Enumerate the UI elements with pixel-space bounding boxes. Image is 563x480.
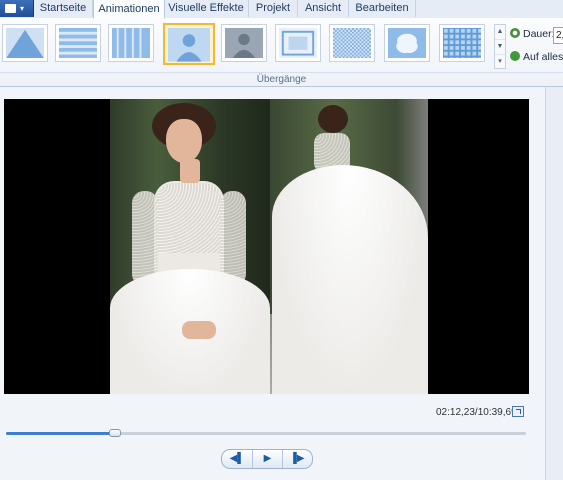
transition-diagonal-thumb[interactable]: [2, 24, 48, 62]
transition-fade-icon: [168, 28, 210, 62]
previous-frame-button[interactable]: ◀▌: [222, 450, 252, 468]
transition-shape-icon: [388, 28, 426, 59]
apply-check-icon: [510, 51, 520, 61]
storyboard-strip: [545, 87, 563, 480]
bride-back-photo: [270, 99, 428, 394]
apply-all-button[interactable]: Auf alles a: [510, 51, 563, 63]
transition-zoom-thumb[interactable]: [275, 24, 321, 62]
tab-projekt[interactable]: Projekt: [249, 0, 298, 17]
duration-label: Dauer:: [523, 28, 555, 40]
apply-all-label: Auf alles a: [523, 51, 563, 63]
next-frame-button[interactable]: ▐▶: [282, 450, 312, 468]
tab-animationen[interactable]: Animationen: [93, 0, 165, 19]
transition-dissolve-thumb[interactable]: [221, 24, 267, 62]
transition-shape-thumb[interactable]: [384, 24, 430, 62]
transition-zoom-icon: [279, 28, 317, 59]
app-menu-icon: [5, 4, 16, 13]
tab-startseite[interactable]: Startseite: [34, 0, 93, 17]
transition-vertical-bars-thumb[interactable]: [108, 24, 154, 62]
play-icon: ▶: [263, 453, 272, 464]
seek-bar[interactable]: [6, 429, 526, 437]
time-display: 02:12,23/10:39,69: [436, 407, 517, 418]
play-button[interactable]: ▶: [252, 450, 283, 468]
transition-dissolve-icon: [225, 28, 263, 59]
transition-checker-icon: [333, 28, 371, 59]
group-label-uebergaenge: Übergänge: [0, 72, 563, 87]
chevron-down-icon: ▾: [20, 4, 25, 13]
video-preview[interactable]: [4, 99, 529, 394]
transition-diagonal-icon: [6, 28, 44, 59]
transition-horizontal-bars-thumb[interactable]: [55, 24, 101, 62]
transition-fade-thumb[interactable]: [163, 23, 215, 65]
gallery-more-icon[interactable]: ▾: [495, 55, 505, 69]
fullscreen-button[interactable]: [512, 406, 524, 417]
gallery-scroll-down-icon[interactable]: ▼: [495, 40, 505, 55]
ribbon-tab-bar: ▾ Startseite Animationen Visuelle Effekt…: [0, 0, 563, 19]
transition-mosaic-icon: [443, 28, 481, 59]
tab-bearbeiten[interactable]: Bearbeiten: [349, 0, 416, 17]
previous-frame-icon: ◀▌: [229, 453, 245, 464]
duration-option: Dauer:: [510, 28, 555, 40]
duration-input[interactable]: 2,: [553, 27, 563, 44]
gallery-scroll-up-icon[interactable]: ▲: [495, 25, 505, 40]
transition-horizontal-bars-icon: [59, 28, 97, 59]
tab-visuelle-effekte[interactable]: Visuelle Effekte: [164, 0, 249, 17]
bride-front-photo: [110, 99, 270, 394]
seek-thumb[interactable]: [109, 429, 122, 437]
transition-checker-thumb[interactable]: [329, 24, 375, 62]
next-frame-icon: ▐▶: [289, 453, 305, 464]
app-menu-button[interactable]: ▾: [0, 0, 34, 17]
transition-vertical-bars-icon: [112, 28, 150, 59]
transport-controls: ◀▌ ▶ ▐▶: [221, 449, 313, 469]
tab-ansicht[interactable]: Ansicht: [298, 0, 349, 17]
clock-icon: [510, 28, 520, 38]
transition-mosaic-thumb[interactable]: [439, 24, 485, 62]
ribbon-panel: ▲ ▼ ▾ Dauer: 2, Auf alles a Übergänge: [0, 18, 563, 87]
seek-progress: [6, 432, 116, 435]
gallery-scroll[interactable]: ▲ ▼ ▾: [494, 24, 506, 69]
